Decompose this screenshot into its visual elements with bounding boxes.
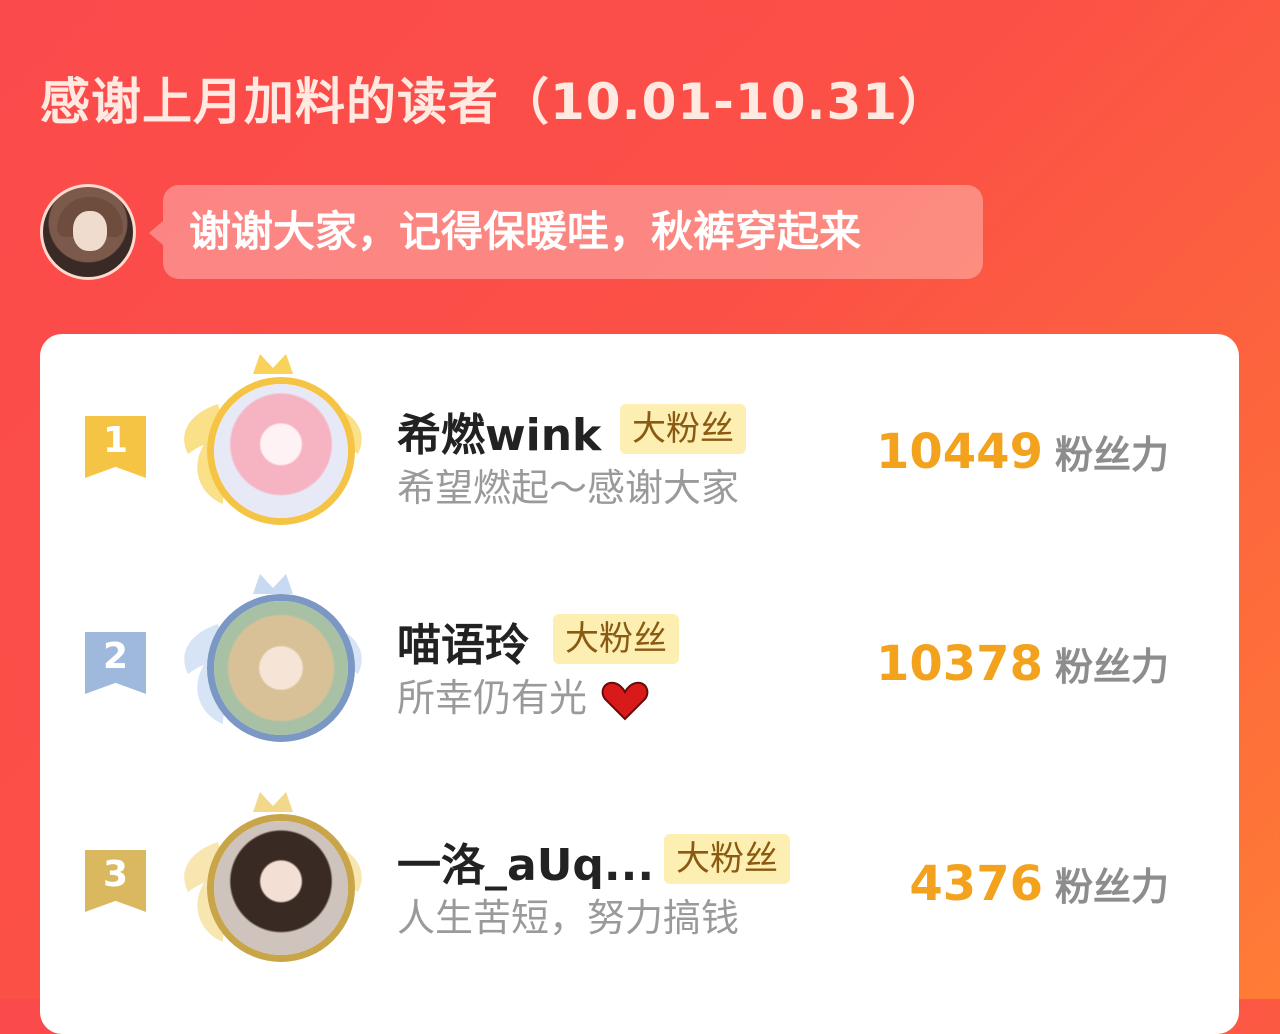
fan-level-badge: 大粉丝 — [553, 614, 679, 664]
user-avatar[interactable] — [207, 594, 355, 742]
user-avatar[interactable] — [207, 814, 355, 962]
page-title: 感谢上月加料的读者（10.01-10.31） — [40, 73, 950, 131]
fan-score-value: 4376 — [909, 856, 1043, 912]
fan-level-badge: 大粉丝 — [620, 404, 746, 454]
user-name[interactable]: 希燃wink — [397, 399, 601, 463]
ranking-row[interactable]: 2 喵语玲 大粉丝 所幸仍有光 10378 粉丝力 — [40, 564, 1239, 764]
fan-score-value: 10378 — [875, 636, 1043, 692]
ranking-row[interactable]: 3 一洛_aUq... 大粉丝 人生苦短，努力搞钱 4376 粉丝力 — [40, 782, 1239, 982]
user-motto: 希望燃起～感谢大家 — [397, 466, 740, 510]
fan-score-unit: 粉丝力 — [1054, 645, 1169, 689]
fan-score: 4376 粉丝力 — [909, 856, 1169, 912]
fan-score-unit: 粉丝力 — [1054, 865, 1169, 909]
fan-score-value: 10449 — [875, 424, 1043, 480]
fan-score: 10378 粉丝力 — [876, 636, 1169, 692]
ranking-row[interactable]: 1 希燃wink 大粉丝 希望燃起～感谢大家 10449 粉丝力 — [40, 344, 1239, 544]
rank-badge-silver: 2 — [85, 632, 146, 694]
ranking-card: 1 希燃wink 大粉丝 希望燃起～感谢大家 10449 粉丝力 2 喵语玲 大… — [40, 334, 1239, 1034]
fan-score: 10449 粉丝力 — [876, 424, 1169, 480]
user-motto: 所幸仍有光 — [397, 667, 649, 722]
author-avatar[interactable] — [40, 184, 136, 280]
user-name[interactable]: 喵语玲 — [397, 609, 529, 673]
heart-icon — [601, 681, 649, 720]
author-message-bubble: 谢谢大家，记得保暖哇，秋裤穿起来 — [149, 185, 983, 279]
rank-badge-bronze: 3 — [85, 850, 146, 912]
fan-score-unit: 粉丝力 — [1054, 433, 1169, 477]
rank-badge-gold: 1 — [85, 416, 146, 478]
user-name[interactable]: 一洛_aUq... — [397, 829, 654, 893]
user-avatar[interactable] — [207, 377, 355, 525]
fan-level-badge: 大粉丝 — [664, 834, 790, 884]
user-motto: 人生苦短，努力搞钱 — [397, 896, 740, 940]
